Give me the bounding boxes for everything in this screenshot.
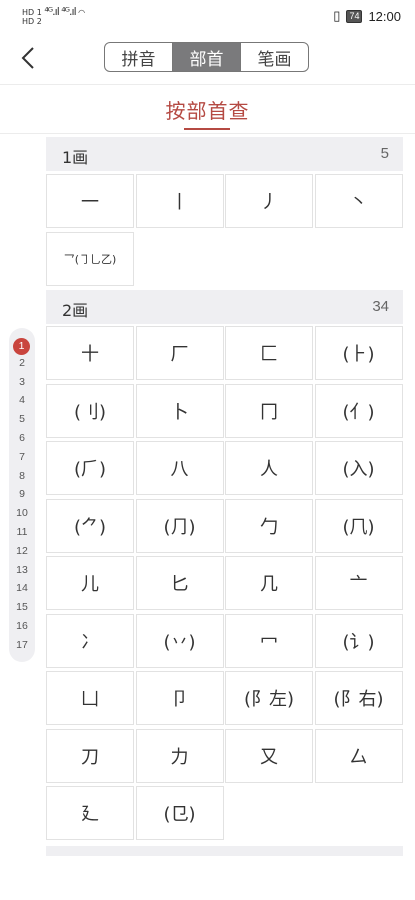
stroke-index-bar[interactable]: 1 2 3 4 5 6 7 8 9 10 11 12 13 14 15 16 17 xyxy=(9,328,35,662)
radical-cell[interactable]: (讠) xyxy=(314,613,403,668)
radical-cell[interactable]: (⺈) xyxy=(46,498,134,553)
sim2-label: HD 2 xyxy=(22,17,42,26)
section-title: 2画 xyxy=(62,301,89,320)
back-button[interactable] xyxy=(14,44,42,72)
page-title: 按部首查 xyxy=(165,99,250,123)
radical-cell[interactable]: 力 xyxy=(135,728,224,783)
radical-cell[interactable]: 冂 xyxy=(225,383,313,438)
index-item[interactable]: 14 xyxy=(9,582,35,594)
radical-cell[interactable]: 一 xyxy=(46,174,134,228)
title-underline xyxy=(184,128,230,130)
tab-radical[interactable]: 部首 xyxy=(173,43,241,71)
signal-icon: ⁴ᴳ.ıl ⁴ᴳ.ıl xyxy=(44,5,76,18)
radical-cell[interactable]: (⺇) xyxy=(314,498,403,553)
clock: 12:00 xyxy=(368,8,401,24)
radical-cell[interactable]: 八 xyxy=(135,441,224,495)
title-bar: 按部首查 xyxy=(0,84,415,134)
radical-cell[interactable]: 卜 xyxy=(135,383,224,438)
section-count: 5 xyxy=(380,145,389,162)
index-item[interactable]: 9 xyxy=(9,488,35,500)
radical-cell[interactable]: 廴 xyxy=(46,786,134,840)
index-item[interactable]: 5 xyxy=(9,413,35,425)
sim1-label: HD 1 xyxy=(22,8,42,17)
radical-cell[interactable]: 儿 xyxy=(46,556,134,610)
radical-cell[interactable]: 勹 xyxy=(225,498,313,553)
index-item[interactable]: 1 xyxy=(13,338,30,355)
radical-cell[interactable]: 厂 xyxy=(135,326,224,380)
radical-cell[interactable]: 刀 xyxy=(46,728,134,783)
radical-cell[interactable]: 丶 xyxy=(314,174,403,228)
radical-cell[interactable]: (亻) xyxy=(314,383,403,438)
index-item[interactable]: 6 xyxy=(9,432,35,444)
radical-cell[interactable]: (⺆) xyxy=(135,498,224,553)
radical-cell[interactable]: (⺁) xyxy=(46,441,134,495)
index-item[interactable]: 11 xyxy=(9,526,35,538)
radical-cell[interactable]: 人 xyxy=(225,441,313,495)
tab-pinyin[interactable]: 拼音 xyxy=(105,43,173,71)
index-item[interactable]: 12 xyxy=(9,545,35,557)
mode-tabs: 拼音 部首 笔画 xyxy=(104,42,309,72)
index-item[interactable]: 17 xyxy=(9,639,35,651)
radical-cell[interactable]: 卩 xyxy=(135,671,224,725)
network-status: HD 1 ⁴ᴳ.ıl ⁴ᴳ.ıl ◠ HD 2 xyxy=(22,5,86,26)
section-count: 34 xyxy=(372,298,389,315)
tab-stroke[interactable]: 笔画 xyxy=(241,43,308,71)
vibrate-icon: ▯ xyxy=(333,8,341,23)
index-item[interactable]: 13 xyxy=(9,564,35,576)
radical-cell[interactable]: 丨 xyxy=(135,174,224,228)
radical-cell[interactable]: 冖 xyxy=(225,613,313,668)
index-item[interactable]: 16 xyxy=(9,620,35,632)
radical-cell[interactable]: 几 xyxy=(225,556,313,610)
radical-cell[interactable]: 冫 xyxy=(46,613,134,668)
radical-cell[interactable]: 亠 xyxy=(314,556,403,610)
radical-cell[interactable]: (⺊) xyxy=(314,326,403,380)
radical-cell[interactable]: 匚 xyxy=(225,326,313,380)
index-item[interactable]: 15 xyxy=(9,601,35,613)
radical-cell[interactable]: (阝左) xyxy=(225,671,313,725)
status-right: ▯ 74 12:00 xyxy=(333,8,401,24)
radical-cell[interactable]: 丿 xyxy=(225,174,313,228)
status-bar: HD 1 ⁴ᴳ.ıl ⁴ᴳ.ıl ◠ HD 2 ▯ 74 12:00 xyxy=(0,0,415,34)
index-item[interactable]: 8 xyxy=(9,470,35,482)
radical-cell[interactable]: (㔾) xyxy=(135,786,224,840)
wifi-icon: ◠ xyxy=(78,8,86,17)
radical-cell[interactable]: (入) xyxy=(314,441,403,495)
index-item[interactable]: 3 xyxy=(9,376,35,388)
radical-cell[interactable]: (刂) xyxy=(46,383,134,438)
section-title: 1画 xyxy=(62,148,89,167)
header: 拼音 部首 笔画 xyxy=(0,34,415,84)
index-item[interactable]: 4 xyxy=(9,394,35,406)
index-item[interactable]: 7 xyxy=(9,451,35,463)
radical-cell[interactable]: 乛(㇆乚乙) xyxy=(46,231,134,286)
radical-cell[interactable]: (阝右) xyxy=(314,671,403,725)
battery-icon: 74 xyxy=(346,9,363,23)
index-item[interactable]: 10 xyxy=(9,507,35,519)
radical-cell[interactable]: 匕 xyxy=(135,556,224,610)
radical-cell[interactable]: 十 xyxy=(46,326,134,380)
index-item[interactable]: 2 xyxy=(9,357,35,369)
section-header-2: 2画 34 xyxy=(46,290,403,324)
section-header-1: 1画 5 xyxy=(46,137,403,171)
back-arrow-icon xyxy=(21,47,34,69)
next-section-header xyxy=(46,846,403,856)
radical-cell[interactable]: (丷) xyxy=(135,613,224,668)
radical-cell[interactable]: 又 xyxy=(225,728,313,783)
radical-cell[interactable]: 厶 xyxy=(314,728,403,783)
radical-cell[interactable]: 凵 xyxy=(46,671,134,725)
